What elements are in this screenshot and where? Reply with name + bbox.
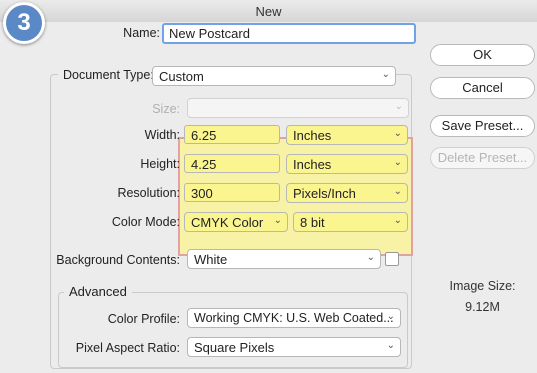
chevron-down-icon: ⌄ — [273, 215, 282, 226]
resolution-input[interactable]: 300 — [184, 183, 280, 202]
title-bar: New — [0, 0, 537, 23]
width-unit-value: Inches — [293, 128, 332, 143]
pixel-aspect-ratio-value: Square Pixels — [194, 340, 275, 355]
name-input[interactable]: New Postcard — [162, 23, 416, 44]
chevron-down-icon: ⌄ — [393, 157, 402, 168]
bit-depth-value: 8 bit — [300, 215, 325, 230]
document-type-label: Document Type: — [58, 68, 159, 82]
width-label: Width: — [144, 128, 180, 142]
color-profile-label: Color Profile: — [107, 312, 180, 326]
save-preset-button[interactable]: Save Preset... — [430, 115, 535, 137]
pixel-aspect-ratio-label: Pixel Aspect Ratio: — [75, 341, 180, 355]
chevron-down-icon: ⌄ — [381, 69, 390, 80]
chevron-down-icon: ⌄ — [393, 128, 402, 139]
new-document-dialog: Name: New Postcard Document Type: Custom… — [0, 22, 537, 373]
document-type-select[interactable]: Custom ⌄ — [152, 66, 396, 86]
image-size-value: 9.12M — [465, 300, 500, 314]
chevron-down-icon: ⌄ — [366, 252, 375, 263]
width-unit-select[interactable]: Inches ⌄ — [286, 125, 408, 145]
step-number-badge: 3 — [3, 2, 45, 44]
chevron-down-icon: ⌄ — [393, 186, 402, 197]
document-type-value: Custom — [159, 69, 204, 84]
size-select[interactable]: ⌄ — [187, 98, 409, 118]
resolution-label: Resolution: — [117, 186, 180, 200]
height-input[interactable]: 4.25 — [184, 154, 280, 173]
color-mode-select[interactable]: CMYK Color ⌄ — [184, 212, 288, 232]
bit-depth-select[interactable]: 8 bit ⌄ — [293, 212, 408, 232]
height-unit-value: Inches — [293, 157, 332, 172]
background-color-swatch[interactable] — [385, 252, 399, 266]
width-input[interactable]: 6.25 — [184, 125, 280, 144]
ok-button[interactable]: OK — [430, 44, 535, 66]
pixel-aspect-ratio-select[interactable]: Square Pixels ⌄ — [187, 337, 401, 357]
background-contents-value: White — [194, 252, 228, 267]
color-profile-select[interactable]: Working CMYK: U.S. Web Coated... ⌄ — [187, 308, 401, 328]
cancel-button[interactable]: Cancel — [430, 77, 535, 99]
background-contents-label: Background Contents: — [56, 253, 180, 267]
window-title: New — [255, 4, 282, 19]
background-contents-select[interactable]: White ⌄ — [187, 249, 381, 269]
name-label: Name: — [123, 26, 160, 40]
resolution-unit-value: Pixels/Inch — [293, 186, 356, 201]
chevron-down-icon: ⌄ — [394, 101, 403, 112]
image-size-label: Image Size: — [449, 279, 516, 293]
delete-preset-button[interactable]: Delete Preset... — [430, 147, 535, 169]
color-mode-label: Color Mode: — [111, 215, 180, 229]
chevron-down-icon: ⌄ — [386, 311, 395, 322]
color-mode-value: CMYK Color — [191, 215, 264, 230]
resolution-unit-select[interactable]: Pixels/Inch ⌄ — [286, 183, 408, 203]
color-profile-value: Working CMYK: U.S. Web Coated... — [194, 311, 394, 325]
chevron-down-icon: ⌄ — [393, 215, 402, 226]
size-label: Size: — [152, 102, 180, 116]
chevron-down-icon: ⌄ — [386, 340, 395, 351]
height-label: Height: — [140, 157, 180, 171]
height-unit-select[interactable]: Inches ⌄ — [286, 154, 408, 174]
advanced-legend: Advanced — [64, 284, 132, 299]
